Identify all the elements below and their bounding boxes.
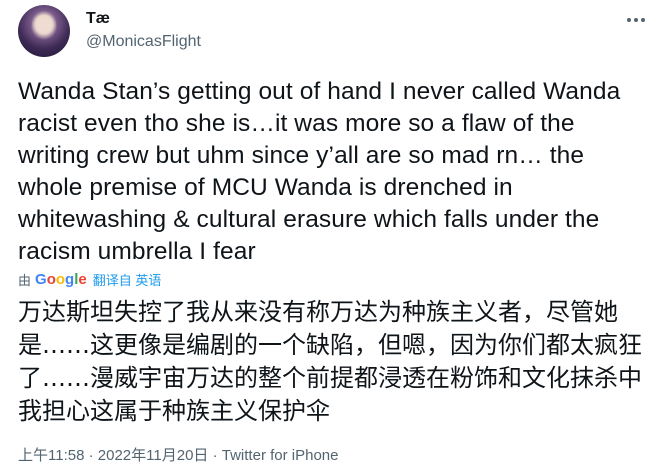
translated-text: 万达斯坦失控了我从来没有称万达为种族主义者，尽管她是……这更像是编剧的一个缺陷，… xyxy=(18,298,642,425)
tweet-time[interactable]: 上午11:58 xyxy=(18,447,84,464)
user-handle[interactable]: @MonicasFlight xyxy=(86,33,201,51)
avatar[interactable] xyxy=(18,5,70,57)
more-dot xyxy=(627,18,631,22)
tweet-date[interactable]: 2022年11月20日 xyxy=(98,447,209,464)
google-logo-icon: Google xyxy=(35,271,87,288)
tweet-text: Wanda Stan’s getting out of hand I never… xyxy=(18,78,621,265)
more-options-icon[interactable] xyxy=(624,10,648,30)
tweet-source[interactable]: Twitter for iPhone xyxy=(222,447,339,464)
meta-separator: · xyxy=(208,447,222,464)
more-dot xyxy=(641,18,645,22)
meta-separator: · xyxy=(84,447,98,464)
translation-attribution: 由 Google 翻译自 英语 xyxy=(18,270,161,289)
translated-from-link[interactable]: 翻译自 英语 xyxy=(93,270,162,289)
translated-by-label: 由 xyxy=(18,273,32,288)
avatar-image xyxy=(24,9,64,53)
tweet-metadata: 上午11:58 · 2022年11月20日 · Twitter for iPho… xyxy=(18,444,338,465)
display-name[interactable]: Tæ xyxy=(86,10,110,28)
tweet-card: Tæ @MonicasFlight Wanda Stan’s getting o… xyxy=(0,0,672,473)
more-dot xyxy=(634,18,638,22)
